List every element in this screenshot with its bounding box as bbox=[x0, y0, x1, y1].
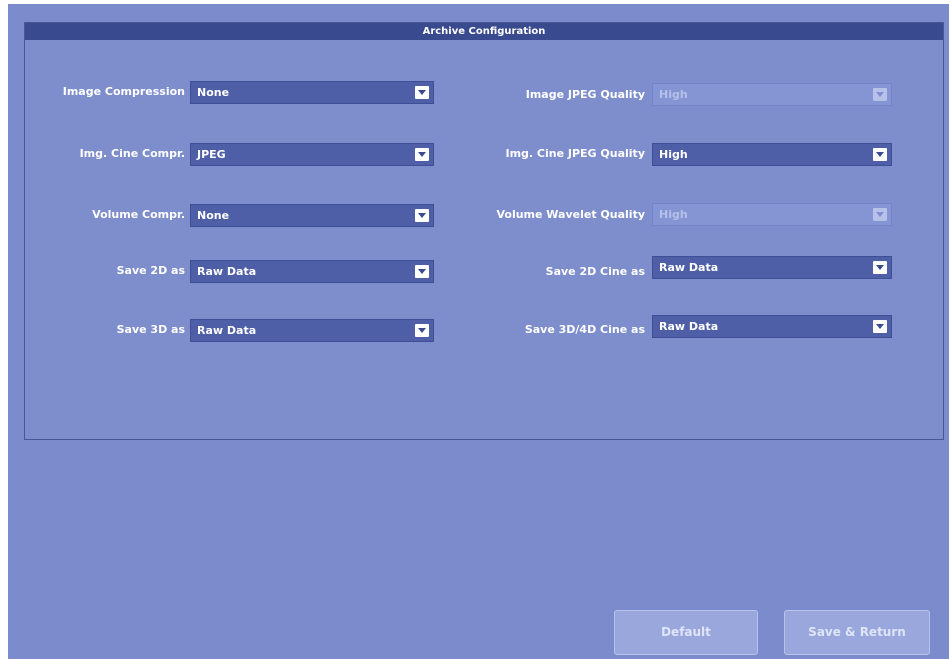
save-3d4d-cine-as-value: Raw Data bbox=[659, 320, 719, 333]
volume-compr-label: Volume Compr. bbox=[92, 208, 185, 221]
volume-wavelet-quality-value: High bbox=[659, 208, 688, 221]
save-2d-cine-as-value: Raw Data bbox=[659, 261, 719, 274]
save-return-button[interactable]: Save & Return bbox=[784, 610, 930, 655]
chevron-down-icon[interactable] bbox=[415, 86, 429, 99]
image-jpeg-quality-value: High bbox=[659, 88, 688, 101]
img-cine-jpeg-quality-value: High bbox=[659, 148, 688, 161]
save-3d-as-select[interactable]: Raw Data bbox=[190, 319, 434, 342]
save-3d-as-label: Save 3D as bbox=[116, 323, 185, 336]
chevron-down-icon[interactable] bbox=[873, 148, 887, 161]
save-3d-as-value: Raw Data bbox=[197, 324, 257, 337]
save-3d4d-cine-as-select[interactable]: Raw Data bbox=[652, 315, 892, 338]
save-2d-cine-as-label: Save 2D Cine as bbox=[545, 265, 645, 278]
img-cine-jpeg-quality-select[interactable]: High bbox=[652, 143, 892, 166]
save-2d-as-label: Save 2D as bbox=[116, 264, 185, 277]
chevron-down-icon[interactable] bbox=[873, 320, 887, 333]
image-compression-label: Image Compression bbox=[62, 85, 185, 98]
default-button[interactable]: Default bbox=[614, 610, 758, 655]
chevron-down-icon[interactable] bbox=[415, 265, 429, 278]
image-compression-value: None bbox=[197, 86, 230, 99]
save-2d-as-select[interactable]: Raw Data bbox=[190, 260, 434, 283]
chevron-down-icon[interactable] bbox=[415, 324, 429, 337]
img-cine-compr-select[interactable]: JPEG bbox=[190, 143, 434, 166]
image-jpeg-quality-label: Image JPEG Quality bbox=[525, 88, 645, 101]
volume-wavelet-quality-label: Volume Wavelet Quality bbox=[496, 208, 645, 221]
chevron-down-icon bbox=[873, 88, 887, 101]
save-2d-as-value: Raw Data bbox=[197, 265, 257, 278]
chevron-down-icon[interactable] bbox=[415, 148, 429, 161]
panel-title: Archive Configuration bbox=[25, 23, 943, 40]
archive-configuration-screen: Archive Configuration Image Compression … bbox=[8, 4, 949, 659]
img-cine-compr-value: JPEG bbox=[197, 148, 226, 161]
chevron-down-icon bbox=[873, 208, 887, 221]
img-cine-compr-label: Img. Cine Compr. bbox=[79, 147, 185, 160]
save-3d4d-cine-as-label: Save 3D/4D Cine as bbox=[524, 323, 645, 336]
archive-configuration-panel: Archive Configuration Image Compression … bbox=[24, 22, 944, 440]
save-2d-cine-as-select[interactable]: Raw Data bbox=[652, 256, 892, 279]
volume-wavelet-quality-select: High bbox=[652, 203, 892, 226]
image-compression-select[interactable]: None bbox=[190, 81, 434, 104]
volume-compr-select[interactable]: None bbox=[190, 204, 434, 227]
img-cine-jpeg-quality-label: Img. Cine JPEG Quality bbox=[505, 147, 645, 160]
chevron-down-icon[interactable] bbox=[873, 261, 887, 274]
volume-compr-value: None bbox=[197, 209, 230, 222]
chevron-down-icon[interactable] bbox=[415, 209, 429, 222]
image-jpeg-quality-select: High bbox=[652, 83, 892, 106]
